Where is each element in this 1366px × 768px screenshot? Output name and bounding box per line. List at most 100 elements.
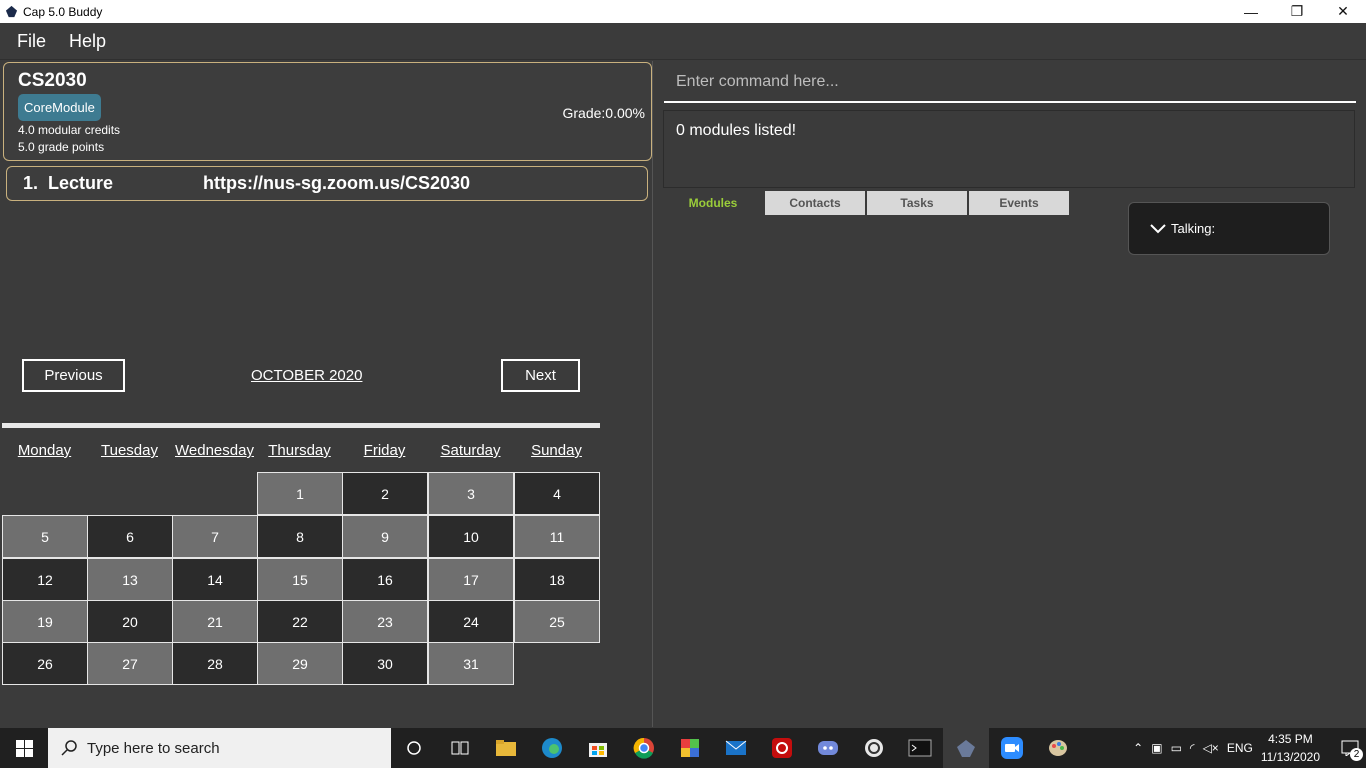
menu-help[interactable]: Help bbox=[69, 31, 106, 52]
calendar-day[interactable]: 3 bbox=[428, 472, 514, 515]
calendar-day[interactable]: 29 bbox=[257, 642, 343, 685]
calendar-day[interactable]: 28 bbox=[172, 642, 258, 685]
calendar-day[interactable]: 9 bbox=[342, 515, 428, 558]
module-grade: Grade:0.00% bbox=[562, 105, 646, 121]
paint-icon[interactable] bbox=[1035, 728, 1081, 768]
tray-expand-icon[interactable]: ⌃ bbox=[1133, 741, 1143, 755]
start-button[interactable] bbox=[0, 728, 48, 768]
garena-icon[interactable] bbox=[759, 728, 805, 768]
previous-month-button[interactable]: Previous bbox=[22, 359, 125, 392]
clock-time: 4:35 PM bbox=[1268, 732, 1313, 746]
weekday-header: Monday bbox=[17, 442, 72, 459]
calendar-day[interactable]: 24 bbox=[428, 600, 514, 643]
calendar-day[interactable]: 1 bbox=[257, 472, 343, 515]
weekday-header: Thursday bbox=[268, 442, 331, 459]
file-explorer-icon[interactable] bbox=[483, 728, 529, 768]
tray-app-icon[interactable]: ▣ bbox=[1151, 741, 1162, 755]
calendar-day[interactable]: 30 bbox=[342, 642, 428, 685]
calendar-day[interactable]: 31 bbox=[428, 642, 514, 685]
weekday-header: Friday bbox=[363, 442, 406, 459]
weekday-header: Tuesday bbox=[101, 442, 158, 459]
result-display: 0 modules listed! bbox=[663, 110, 1355, 188]
weekday-header: Wednesday bbox=[175, 442, 254, 459]
cortana-icon[interactable] bbox=[391, 728, 437, 768]
minimize-button[interactable]: — bbox=[1228, 0, 1274, 23]
close-button[interactable]: ✕ bbox=[1320, 0, 1366, 23]
calendar-day[interactable]: 6 bbox=[87, 515, 173, 558]
system-tray: ⌃ ▣ ▭ ◜ ◁× ENG 4:35 PM 11/13/2020 2 bbox=[1133, 728, 1366, 768]
taskbar-search[interactable]: Type here to search bbox=[48, 728, 391, 768]
calendar-day[interactable]: 19 bbox=[2, 600, 88, 643]
module-credits: 4.0 modular credits bbox=[18, 123, 121, 137]
terminal-icon[interactable] bbox=[897, 728, 943, 768]
calendar-day[interactable]: 12 bbox=[2, 558, 88, 601]
left-panel: CS2030 CoreModule 4.0 modular credits 5.… bbox=[0, 61, 653, 727]
calendar-day[interactable]: 20 bbox=[87, 600, 173, 643]
tab-modules[interactable]: Modules bbox=[663, 191, 763, 215]
menu-file[interactable]: File bbox=[17, 31, 46, 52]
module-card[interactable]: CS2030 CoreModule 4.0 modular credits 5.… bbox=[3, 62, 652, 161]
task-view-icon[interactable] bbox=[437, 728, 483, 768]
calendar-day[interactable]: 8 bbox=[257, 515, 343, 558]
tab-events[interactable]: Events bbox=[969, 191, 1069, 215]
calendar-day[interactable]: 2 bbox=[342, 472, 428, 515]
tab-tasks[interactable]: Tasks bbox=[867, 191, 967, 215]
calendar-day[interactable]: 18 bbox=[514, 558, 600, 601]
calendar-day[interactable]: 15 bbox=[257, 558, 343, 601]
cap-buddy-taskbar-icon[interactable] bbox=[943, 728, 989, 768]
clock[interactable]: 4:35 PM 11/13/2020 bbox=[1261, 730, 1320, 766]
calendar-divider bbox=[2, 423, 600, 428]
month-label: OCTOBER 2020 bbox=[251, 367, 363, 384]
clock-date: 11/13/2020 bbox=[1260, 750, 1320, 764]
zoom-link-url[interactable]: https://nus-sg.zoom.us/CS2030 bbox=[203, 173, 470, 194]
talking-popup[interactable]: Talking: bbox=[1128, 202, 1330, 255]
language-indicator[interactable]: ENG bbox=[1227, 741, 1253, 755]
calendar-day[interactable]: 21 bbox=[172, 600, 258, 643]
search-placeholder: Type here to search bbox=[87, 739, 220, 757]
search-icon bbox=[61, 740, 77, 756]
wifi-icon[interactable]: ◜ bbox=[1190, 741, 1195, 755]
calendar-day[interactable]: 23 bbox=[342, 600, 428, 643]
weekday-header: Saturday bbox=[440, 442, 501, 459]
game-app-icon[interactable] bbox=[667, 728, 713, 768]
calendar-day[interactable]: 16 bbox=[342, 558, 428, 601]
edge-icon[interactable] bbox=[529, 728, 575, 768]
calendar-day[interactable]: 26 bbox=[2, 642, 88, 685]
zoom-icon[interactable] bbox=[989, 728, 1035, 768]
calendar-day[interactable]: 4 bbox=[514, 472, 600, 515]
notification-icon[interactable]: 2 bbox=[1334, 728, 1366, 768]
calendar-day[interactable]: 14 bbox=[172, 558, 258, 601]
calendar-day[interactable]: 13 bbox=[87, 558, 173, 601]
windows-icon bbox=[15, 739, 33, 757]
volume-muted-icon[interactable]: ◁× bbox=[1203, 741, 1219, 755]
store-icon[interactable] bbox=[575, 728, 621, 768]
mail-icon[interactable] bbox=[713, 728, 759, 768]
battery-icon[interactable]: ▭ bbox=[1171, 741, 1182, 755]
calendar-day[interactable]: 5 bbox=[2, 515, 88, 558]
chrome-icon[interactable] bbox=[621, 728, 667, 768]
calendar-day[interactable]: 27 bbox=[87, 642, 173, 685]
calendar-day[interactable]: 10 bbox=[428, 515, 514, 558]
next-month-button[interactable]: Next bbox=[501, 359, 580, 392]
zoom-link-card[interactable]: 1. Lecture https://nus-sg.zoom.us/CS2030 bbox=[6, 166, 648, 201]
calendar-day[interactable]: 7 bbox=[172, 515, 258, 558]
tab-contacts[interactable]: Contacts bbox=[765, 191, 865, 215]
command-input[interactable] bbox=[664, 63, 1356, 101]
calendar-day[interactable]: 25 bbox=[514, 600, 600, 643]
taskbar: Type here to search ⌃ ▣ ▭ ◜ ◁× ENG 4:35 … bbox=[0, 728, 1366, 768]
window-title: Cap 5.0 Buddy bbox=[23, 4, 103, 19]
calendar-day[interactable]: 11 bbox=[514, 515, 600, 558]
calendar-day[interactable]: 17 bbox=[428, 558, 514, 601]
title-bar: Cap 5.0 Buddy — ❐ ✕ bbox=[0, 0, 1366, 23]
browser-icon[interactable] bbox=[851, 728, 897, 768]
app-icon bbox=[5, 5, 18, 18]
zoom-link-type: Lecture bbox=[48, 173, 114, 193]
zoom-link-index: 1. bbox=[23, 173, 39, 193]
module-tag: CoreModule bbox=[18, 94, 101, 121]
command-box bbox=[664, 63, 1356, 103]
module-grade-points: 5.0 grade points bbox=[18, 140, 105, 154]
discord-icon[interactable] bbox=[805, 728, 851, 768]
weekday-header: Sunday bbox=[531, 442, 582, 459]
restore-button[interactable]: ❐ bbox=[1274, 0, 1320, 23]
calendar-day[interactable]: 22 bbox=[257, 600, 343, 643]
